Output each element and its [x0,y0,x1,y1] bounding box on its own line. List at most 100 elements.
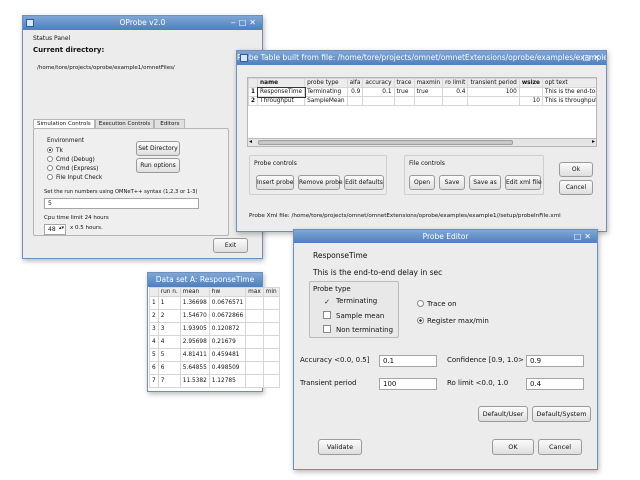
column-header[interactable]: name [257,78,306,88]
tab-simulation-controls[interactable]: Simulation Controls [33,119,95,128]
save-as-button[interactable]: Save as [469,175,501,190]
table-cell[interactable]: 0.9 [346,87,364,97]
table-cell[interactable] [245,335,264,349]
table-cell[interactable] [362,96,395,106]
validate-button[interactable]: Validate [318,439,362,455]
cpu-time-spinner[interactable]: 48 ▴▾ [44,224,66,235]
default-user-button[interactable]: Default/User [478,406,528,422]
minimize-icon[interactable]: ‒ [231,16,239,30]
table-row[interactable]: 6 6 5.64855 0.498509 [149,361,280,375]
table-cell[interactable]: 2 [157,309,181,323]
cancel-button[interactable]: Cancel [538,439,582,455]
table-cell[interactable]: Terminating [304,87,348,97]
table-row[interactable]: 1 ResponseTime Terminating 0.9 0.1 true … [248,86,596,98]
table-cell[interactable]: This is the end-to-end dela [541,87,596,97]
table-cell[interactable] [262,335,280,349]
radio-file-input-check[interactable] [47,174,53,180]
radio-register-max-min[interactable] [417,317,424,324]
table-cell[interactable]: This is throughput in packet [541,96,596,106]
table-cell[interactable]: 0.4 [442,87,469,97]
column-header[interactable]: trace [393,78,415,88]
open-button[interactable]: Open [409,175,435,190]
trace-on-option[interactable]: Trace on [417,300,457,308]
maximize-icon[interactable]: □ [574,230,585,243]
table-cell[interactable] [245,374,264,388]
checkbox-terminating[interactable]: ✓ [323,298,331,306]
ro-limit-input[interactable]: 0.4 [526,378,584,390]
table-cell[interactable]: true [393,87,415,97]
table-row[interactable]: 1 1 1.36698 0.0676571 [149,296,280,310]
column-header[interactable]: mean [179,287,210,297]
table-cell[interactable]: 5 [157,348,181,362]
table-row[interactable]: 4 4 2.95698 0.21679 [149,335,280,349]
dataset-titlebar[interactable]: Data set A: ResponseTime [148,273,262,287]
column-header[interactable]: probe type [304,78,348,88]
table-cell[interactable]: SampleMean [304,96,348,106]
table-cell[interactable]: true [413,87,444,97]
table-cell[interactable] [262,322,280,336]
table-cell[interactable] [467,96,520,106]
ok-button[interactable]: OK [492,439,534,455]
table-cell[interactable]: 1.93905 [179,322,210,336]
probe-editor-titlebar[interactable]: Probe Editor □✕ [294,230,597,243]
table-cell[interactable]: ResponseTime [256,86,306,98]
maximize-icon[interactable]: □ [583,51,594,65]
edit-xml-file-button[interactable]: Edit xml file [505,175,542,190]
cancel-button[interactable]: Cancel [559,180,593,195]
table-cell[interactable]: 0.459481 [208,348,247,362]
horizontal-scrollbar[interactable]: ◂ ▸ [248,138,596,146]
table-cell[interactable] [262,348,280,362]
confidence-input[interactable]: 0.9 [526,355,584,367]
table-cell[interactable]: 1.54670 [179,309,210,323]
table-cell[interactable] [245,361,264,375]
exit-button[interactable]: Exit [213,238,248,253]
table-cell[interactable]: 5.64855 [179,361,210,375]
table-row[interactable]: 5 5 4.81411 0.459481 [149,348,280,362]
table-cell[interactable] [245,348,264,362]
table-cell[interactable]: 4.81411 [179,348,210,362]
environment-option-file-input-check[interactable]: File Input Check [47,174,102,181]
radio-tk[interactable] [47,147,53,153]
column-header[interactable]: accuracy [362,78,395,88]
table-cell[interactable]: 11.5382 [179,374,210,388]
set-directory-button[interactable]: Set Directory [136,141,180,156]
table-cell[interactable] [245,309,264,323]
radio-cmd-debug[interactable] [47,156,53,162]
spinner-arrows-icon[interactable]: ▴▾ [59,224,64,233]
table-cell[interactable]: 7 [157,374,181,388]
probe-type-sample-mean[interactable]: Sample mean [323,311,384,320]
table-cell[interactable]: 2.95698 [179,335,210,349]
edit-defaults-button[interactable]: Edit defaults [344,175,384,190]
probe-type-terminating[interactable]: ✓ Terminating [323,297,377,306]
column-header[interactable]: maxmin [413,78,444,88]
column-header[interactable]: opt text [541,78,596,88]
table-row[interactable]: 7 7 11.5382 1.12785 [149,374,280,388]
table-cell[interactable]: 100 [467,87,520,97]
table-row[interactable]: 3 3 1.93905 0.120872 [149,322,280,336]
table-cell[interactable] [518,87,543,97]
table-cell[interactable] [442,96,469,106]
table-cell[interactable]: 10 [518,96,543,106]
insert-probe-button[interactable]: Insert probe [256,175,294,190]
table-cell[interactable]: 0.0672866 [208,309,247,323]
table-cell[interactable] [245,322,264,336]
column-header[interactable]: alfa [346,78,364,88]
accuracy-input[interactable]: 0.1 [379,355,437,367]
table-cell[interactable] [346,96,364,106]
close-icon[interactable]: ✕ [584,230,594,243]
column-header[interactable]: min [262,287,280,297]
table-cell[interactable] [245,296,264,310]
table-cell[interactable] [262,309,280,323]
table-row[interactable]: 2 Throughput SampleMean 10 This is throu… [248,96,596,106]
minimize-icon[interactable]: ‒ [575,51,583,65]
table-cell[interactable]: 1.36698 [179,296,210,310]
column-header[interactable]: hw [208,287,247,297]
maximize-icon[interactable]: □ [239,16,250,30]
close-icon[interactable]: ✕ [249,16,259,30]
table-cell[interactable]: 0.1 [362,87,395,97]
table-cell[interactable] [413,96,444,106]
close-icon[interactable]: ✕ [593,51,603,65]
environment-option-tk[interactable]: Tk [47,147,63,154]
scroll-right-icon[interactable]: ▸ [592,138,595,145]
column-header[interactable]: transient period [467,78,520,88]
